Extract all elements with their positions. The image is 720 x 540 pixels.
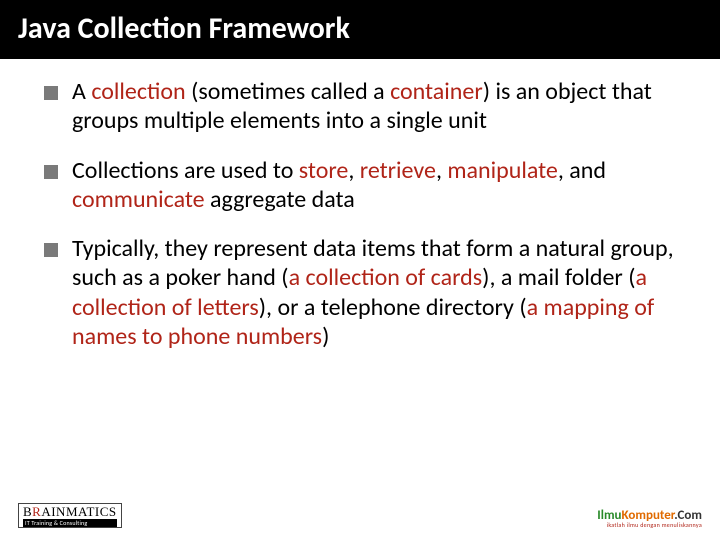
slide: Java Collection Framework A collection (… [0,0,720,540]
footer-right-logo: IlmuKomputer.Com ikatlah ilmu dengan men… [597,509,702,528]
footer-left-logo: BRAINMATICS IT Training & Consulting [18,503,122,528]
bullet-item: A collection (sometimes called a contain… [44,77,686,136]
bullet-text: Typically, they represent data items tha… [72,234,686,351]
bullet-item: Typically, they represent data items tha… [44,234,686,351]
bullet-marker-icon [44,243,58,257]
title-bar: Java Collection Framework [0,0,720,59]
bullet-marker-icon [44,86,58,100]
brainmatics-tagline: IT Training & Consulting [23,519,117,527]
footer: BRAINMATICS IT Training & Consulting Ilm… [0,490,720,532]
ilmukomputer-tagline: ikatlah ilmu dengan menuliskannya [597,522,702,528]
bullet-item: Collections are used to store, retrieve,… [44,156,686,215]
slide-title: Java Collection Framework [18,10,702,47]
bullet-text: A collection (sometimes called a contain… [72,77,686,136]
slide-body: A collection (sometimes called a contain… [0,59,720,540]
bullet-marker-icon [44,165,58,179]
brainmatics-logo-text: BRAINMATICS [23,505,117,518]
bullet-text: Collections are used to store, retrieve,… [72,156,686,215]
